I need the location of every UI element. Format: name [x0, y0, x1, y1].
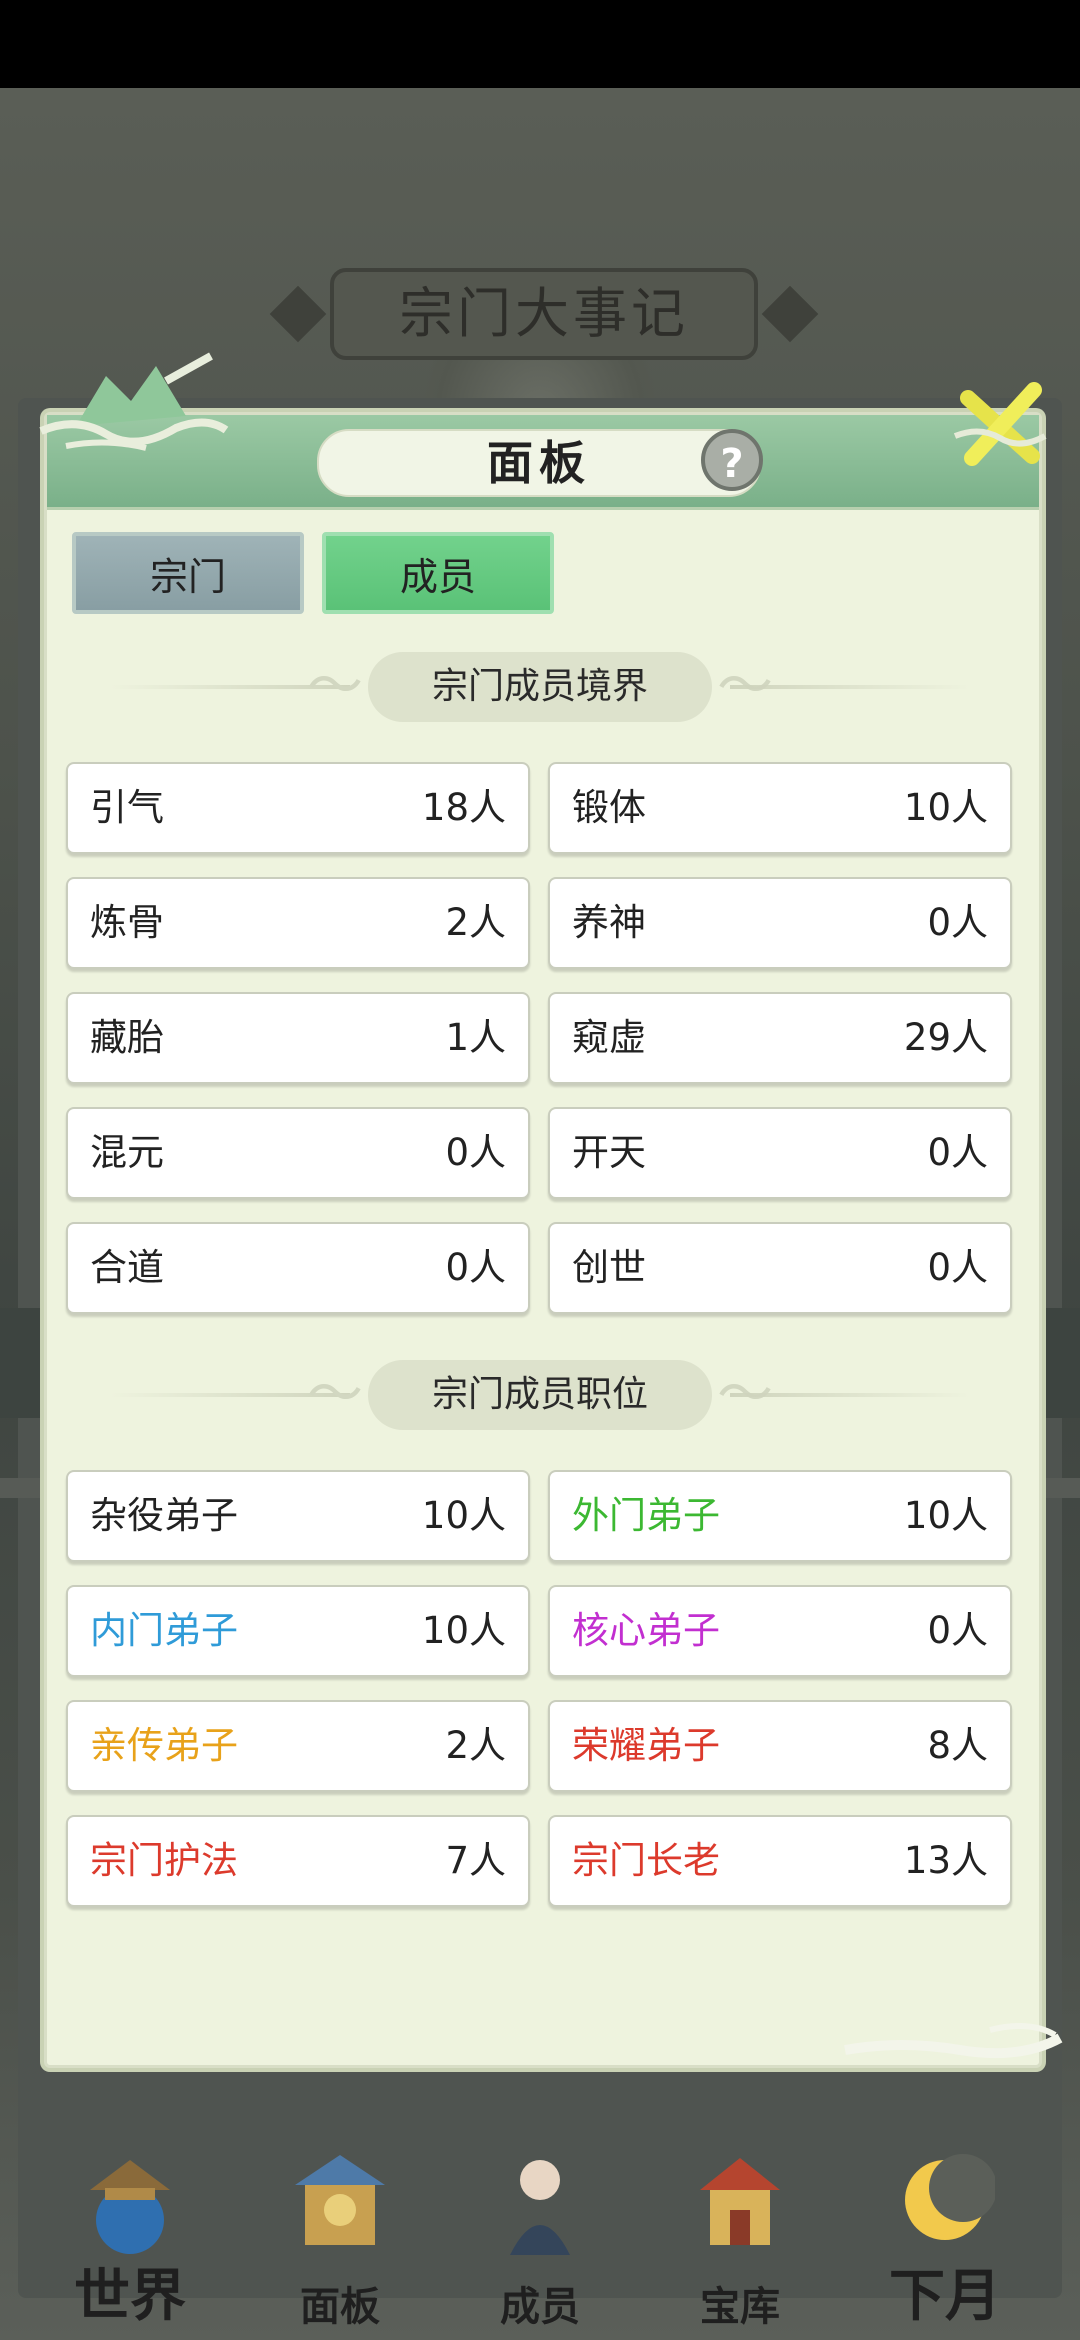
position-count: 8人 [927, 1724, 988, 1767]
realm-name: 窥虚 [572, 1016, 646, 1059]
realm-count: 29人 [903, 1016, 988, 1059]
nav-members-label: 成员 [500, 2283, 580, 2330]
position-cell: 核心弟子 0人 [548, 1585, 1012, 1677]
divider-line [730, 1393, 970, 1397]
nav-treasury-label: 宝库 [700, 2283, 780, 2330]
world-palace-icon [90, 2160, 170, 2254]
position-count: 7人 [445, 1839, 506, 1882]
bottom-navigation: 世界 面板 成员 宝库 下月 [0, 2120, 1080, 2340]
realm-count: 10人 [903, 786, 988, 829]
position-name: 宗门长老 [572, 1839, 720, 1882]
status-bar [0, 0, 1080, 88]
realm-count: 2人 [445, 901, 506, 944]
realm-section-header: 〜 宗门成员境界 〜 [110, 652, 970, 722]
realm-name: 开天 [572, 1131, 646, 1174]
realm-name: 创世 [572, 1246, 646, 1289]
realm-name: 藏胎 [90, 1016, 164, 1059]
event-log-title: 宗门大事记 [330, 268, 758, 360]
position-count: 10人 [421, 1494, 506, 1537]
realm-name: 混元 [90, 1131, 164, 1174]
swirl-ornament-icon: 〜 [307, 654, 363, 719]
realm-name: 引气 [90, 786, 164, 829]
position-section-header: 〜 宗门成员职位 〜 [110, 1360, 970, 1430]
position-name: 内门弟子 [90, 1609, 238, 1652]
divider-line [730, 685, 970, 689]
position-cell: 宗门长老 13人 [548, 1815, 1012, 1907]
panel-gate-icon [295, 2155, 385, 2245]
realm-cell: 炼骨 2人 [66, 877, 530, 969]
nav-world[interactable]: 世界 [40, 2120, 220, 2340]
realm-cell: 引气 18人 [66, 762, 530, 854]
position-cell: 宗门护法 7人 [66, 1815, 530, 1907]
realm-count: 0人 [445, 1131, 506, 1174]
position-count: 13人 [903, 1839, 988, 1882]
position-name: 荣耀弟子 [572, 1724, 720, 1767]
position-name: 宗门护法 [90, 1839, 238, 1882]
panel-title: 面板 [487, 436, 591, 490]
nav-world-label: 世界 [74, 2263, 186, 2329]
position-cell: 杂役弟子 10人 [66, 1470, 530, 1562]
realm-name: 炼骨 [90, 901, 164, 944]
cloud-decoration [844, 2023, 1063, 2059]
position-cell: 内门弟子 10人 [66, 1585, 530, 1677]
treasury-icon [700, 2158, 780, 2245]
position-name: 亲传弟子 [90, 1724, 238, 1767]
realm-count: 1人 [445, 1016, 506, 1059]
realm-section-title: 宗门成员境界 [368, 652, 712, 722]
realm-name: 养神 [572, 901, 646, 944]
realm-name: 合道 [90, 1246, 164, 1289]
nav-panel-label: 面板 [300, 2283, 380, 2330]
help-button[interactable]: ? [701, 429, 763, 491]
realm-cell: 开天 0人 [548, 1107, 1012, 1199]
panel-title-plate: 面板 [317, 429, 761, 497]
position-count: 2人 [445, 1724, 506, 1767]
tab-sect[interactable]: 宗门 [72, 532, 304, 614]
member-figure-icon [510, 2160, 570, 2255]
position-cell: 亲传弟子 2人 [66, 1700, 530, 1792]
realm-cell: 混元 0人 [66, 1107, 530, 1199]
realm-count: 0人 [445, 1246, 506, 1289]
nav-next-month[interactable]: 下月 [855, 2120, 1035, 2340]
position-name: 核心弟子 [572, 1609, 720, 1652]
realm-cell: 藏胎 1人 [66, 992, 530, 1084]
realm-name: 锻体 [572, 786, 646, 829]
position-count: 0人 [927, 1609, 988, 1652]
realm-cell: 窥虚 29人 [548, 992, 1012, 1084]
position-name: 外门弟子 [572, 1494, 720, 1537]
position-section-title: 宗门成员职位 [368, 1360, 712, 1430]
nav-members[interactable]: 成员 [450, 2120, 630, 2340]
realm-count: 0人 [927, 901, 988, 944]
nav-next-month-label: 下月 [889, 2263, 1001, 2329]
nav-treasury[interactable]: 宝库 [650, 2120, 830, 2340]
realm-cell: 合道 0人 [66, 1222, 530, 1314]
mountain-cloud-decoration [39, 352, 229, 451]
nav-panel[interactable]: 面板 [250, 2120, 430, 2340]
realm-cell: 养神 0人 [548, 877, 1012, 969]
realm-cell: 创世 0人 [548, 1222, 1012, 1314]
realm-count: 0人 [927, 1131, 988, 1174]
realm-count: 18人 [421, 786, 506, 829]
tab-members[interactable]: 成员 [322, 532, 554, 614]
position-count: 10人 [421, 1609, 506, 1652]
realm-count: 0人 [927, 1246, 988, 1289]
position-cell: 外门弟子 10人 [548, 1470, 1012, 1562]
position-cell: 荣耀弟子 8人 [548, 1700, 1012, 1792]
realm-cell: 锻体 10人 [548, 762, 1012, 854]
position-count: 10人 [903, 1494, 988, 1537]
moon-icon [905, 2154, 995, 2240]
swirl-ornament-icon: 〜 [307, 1362, 363, 1427]
position-name: 杂役弟子 [90, 1494, 238, 1537]
close-icon[interactable] [950, 376, 1050, 476]
